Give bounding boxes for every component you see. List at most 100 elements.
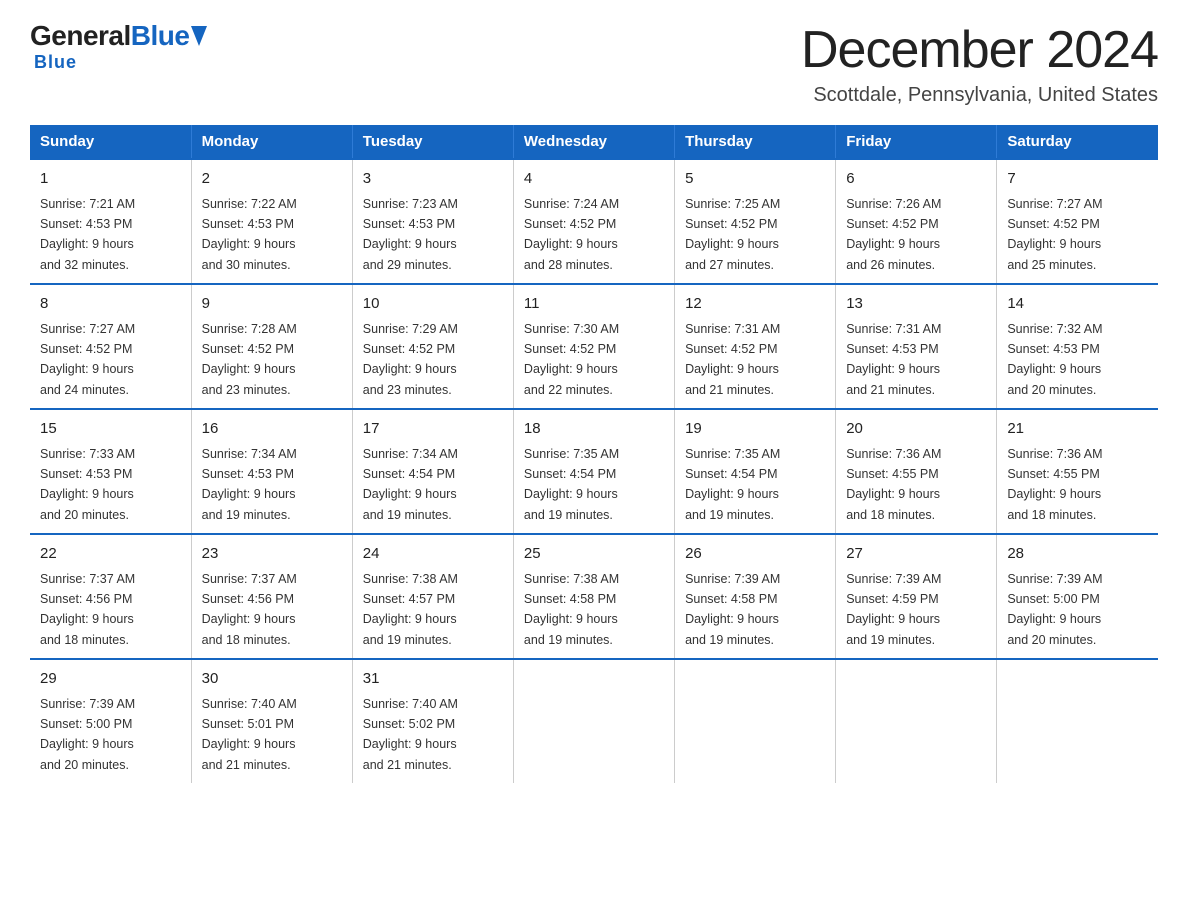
day-info: Sunrise: 7:23 AMSunset: 4:53 PMDaylight:… bbox=[363, 197, 458, 272]
calendar-week-row: 22 Sunrise: 7:37 AMSunset: 4:56 PMDaylig… bbox=[30, 534, 1158, 659]
day-number: 3 bbox=[363, 168, 503, 191]
logo-triangle-icon bbox=[191, 26, 207, 46]
title-section: December 2024 Scottdale, Pennsylvania, U… bbox=[801, 20, 1158, 107]
day-number: 13 bbox=[846, 293, 986, 316]
day-info: Sunrise: 7:24 AMSunset: 4:52 PMDaylight:… bbox=[524, 197, 619, 272]
calendar-week-row: 8 Sunrise: 7:27 AMSunset: 4:52 PMDayligh… bbox=[30, 284, 1158, 409]
day-number: 31 bbox=[363, 668, 503, 691]
calendar-cell: 22 Sunrise: 7:37 AMSunset: 4:56 PMDaylig… bbox=[30, 534, 191, 659]
day-info: Sunrise: 7:33 AMSunset: 4:53 PMDaylight:… bbox=[40, 447, 135, 522]
day-number: 24 bbox=[363, 543, 503, 566]
calendar-table: SundayMondayTuesdayWednesdayThursdayFrid… bbox=[30, 125, 1158, 783]
day-number: 17 bbox=[363, 418, 503, 441]
calendar-cell: 11 Sunrise: 7:30 AMSunset: 4:52 PMDaylig… bbox=[513, 284, 674, 409]
day-info: Sunrise: 7:22 AMSunset: 4:53 PMDaylight:… bbox=[202, 197, 297, 272]
calendar-cell: 14 Sunrise: 7:32 AMSunset: 4:53 PMDaylig… bbox=[997, 284, 1158, 409]
day-info: Sunrise: 7:36 AMSunset: 4:55 PMDaylight:… bbox=[846, 447, 941, 522]
day-info: Sunrise: 7:38 AMSunset: 4:57 PMDaylight:… bbox=[363, 572, 458, 647]
day-info: Sunrise: 7:25 AMSunset: 4:52 PMDaylight:… bbox=[685, 197, 780, 272]
calendar-cell: 17 Sunrise: 7:34 AMSunset: 4:54 PMDaylig… bbox=[352, 409, 513, 534]
calendar-cell bbox=[836, 659, 997, 783]
day-number: 10 bbox=[363, 293, 503, 316]
header-wednesday: Wednesday bbox=[513, 125, 674, 159]
calendar-cell: 24 Sunrise: 7:38 AMSunset: 4:57 PMDaylig… bbox=[352, 534, 513, 659]
day-info: Sunrise: 7:31 AMSunset: 4:53 PMDaylight:… bbox=[846, 322, 941, 397]
day-number: 27 bbox=[846, 543, 986, 566]
calendar-cell: 6 Sunrise: 7:26 AMSunset: 4:52 PMDayligh… bbox=[836, 159, 997, 284]
day-info: Sunrise: 7:32 AMSunset: 4:53 PMDaylight:… bbox=[1007, 322, 1102, 397]
day-info: Sunrise: 7:29 AMSunset: 4:52 PMDaylight:… bbox=[363, 322, 458, 397]
day-info: Sunrise: 7:37 AMSunset: 4:56 PMDaylight:… bbox=[40, 572, 135, 647]
calendar-cell: 12 Sunrise: 7:31 AMSunset: 4:52 PMDaylig… bbox=[675, 284, 836, 409]
day-number: 26 bbox=[685, 543, 825, 566]
calendar-cell: 20 Sunrise: 7:36 AMSunset: 4:55 PMDaylig… bbox=[836, 409, 997, 534]
header-tuesday: Tuesday bbox=[352, 125, 513, 159]
logo: General Blue Blue bbox=[30, 20, 207, 73]
day-info: Sunrise: 7:36 AMSunset: 4:55 PMDaylight:… bbox=[1007, 447, 1102, 522]
calendar-week-row: 1 Sunrise: 7:21 AMSunset: 4:53 PMDayligh… bbox=[30, 159, 1158, 284]
day-number: 23 bbox=[202, 543, 342, 566]
day-info: Sunrise: 7:39 AMSunset: 5:00 PMDaylight:… bbox=[40, 697, 135, 772]
logo-blue-text: Blue bbox=[131, 20, 190, 52]
day-info: Sunrise: 7:31 AMSunset: 4:52 PMDaylight:… bbox=[685, 322, 780, 397]
header-friday: Friday bbox=[836, 125, 997, 159]
day-info: Sunrise: 7:30 AMSunset: 4:52 PMDaylight:… bbox=[524, 322, 619, 397]
day-info: Sunrise: 7:26 AMSunset: 4:52 PMDaylight:… bbox=[846, 197, 941, 272]
day-info: Sunrise: 7:28 AMSunset: 4:52 PMDaylight:… bbox=[202, 322, 297, 397]
day-number: 2 bbox=[202, 168, 342, 191]
calendar-cell: 23 Sunrise: 7:37 AMSunset: 4:56 PMDaylig… bbox=[191, 534, 352, 659]
subtitle: Scottdale, Pennsylvania, United States bbox=[801, 84, 1158, 107]
day-number: 28 bbox=[1007, 543, 1148, 566]
logo-general-text: General bbox=[30, 20, 131, 52]
day-number: 8 bbox=[40, 293, 181, 316]
day-number: 14 bbox=[1007, 293, 1148, 316]
day-info: Sunrise: 7:35 AMSunset: 4:54 PMDaylight:… bbox=[524, 447, 619, 522]
day-info: Sunrise: 7:34 AMSunset: 4:54 PMDaylight:… bbox=[363, 447, 458, 522]
day-info: Sunrise: 7:35 AMSunset: 4:54 PMDaylight:… bbox=[685, 447, 780, 522]
day-number: 19 bbox=[685, 418, 825, 441]
day-info: Sunrise: 7:40 AMSunset: 5:02 PMDaylight:… bbox=[363, 697, 458, 772]
calendar-cell: 31 Sunrise: 7:40 AMSunset: 5:02 PMDaylig… bbox=[352, 659, 513, 783]
day-number: 7 bbox=[1007, 168, 1148, 191]
day-info: Sunrise: 7:39 AMSunset: 4:58 PMDaylight:… bbox=[685, 572, 780, 647]
day-number: 16 bbox=[202, 418, 342, 441]
day-number: 11 bbox=[524, 293, 664, 316]
day-number: 22 bbox=[40, 543, 181, 566]
day-number: 1 bbox=[40, 168, 181, 191]
calendar-cell: 28 Sunrise: 7:39 AMSunset: 5:00 PMDaylig… bbox=[997, 534, 1158, 659]
calendar-cell: 9 Sunrise: 7:28 AMSunset: 4:52 PMDayligh… bbox=[191, 284, 352, 409]
calendar-cell: 26 Sunrise: 7:39 AMSunset: 4:58 PMDaylig… bbox=[675, 534, 836, 659]
day-number: 29 bbox=[40, 668, 181, 691]
calendar-cell: 13 Sunrise: 7:31 AMSunset: 4:53 PMDaylig… bbox=[836, 284, 997, 409]
calendar-cell: 21 Sunrise: 7:36 AMSunset: 4:55 PMDaylig… bbox=[997, 409, 1158, 534]
calendar-week-row: 29 Sunrise: 7:39 AMSunset: 5:00 PMDaylig… bbox=[30, 659, 1158, 783]
calendar-cell: 3 Sunrise: 7:23 AMSunset: 4:53 PMDayligh… bbox=[352, 159, 513, 284]
day-info: Sunrise: 7:39 AMSunset: 5:00 PMDaylight:… bbox=[1007, 572, 1102, 647]
calendar-cell: 7 Sunrise: 7:27 AMSunset: 4:52 PMDayligh… bbox=[997, 159, 1158, 284]
header-monday: Monday bbox=[191, 125, 352, 159]
day-info: Sunrise: 7:39 AMSunset: 4:59 PMDaylight:… bbox=[846, 572, 941, 647]
day-info: Sunrise: 7:27 AMSunset: 4:52 PMDaylight:… bbox=[1007, 197, 1102, 272]
day-info: Sunrise: 7:21 AMSunset: 4:53 PMDaylight:… bbox=[40, 197, 135, 272]
header-saturday: Saturday bbox=[997, 125, 1158, 159]
day-number: 6 bbox=[846, 168, 986, 191]
calendar-header-row: SundayMondayTuesdayWednesdayThursdayFrid… bbox=[30, 125, 1158, 159]
calendar-week-row: 15 Sunrise: 7:33 AMSunset: 4:53 PMDaylig… bbox=[30, 409, 1158, 534]
day-info: Sunrise: 7:34 AMSunset: 4:53 PMDaylight:… bbox=[202, 447, 297, 522]
calendar-cell: 2 Sunrise: 7:22 AMSunset: 4:53 PMDayligh… bbox=[191, 159, 352, 284]
calendar-cell bbox=[513, 659, 674, 783]
calendar-cell: 30 Sunrise: 7:40 AMSunset: 5:01 PMDaylig… bbox=[191, 659, 352, 783]
calendar-cell: 10 Sunrise: 7:29 AMSunset: 4:52 PMDaylig… bbox=[352, 284, 513, 409]
day-number: 12 bbox=[685, 293, 825, 316]
day-number: 5 bbox=[685, 168, 825, 191]
main-title: December 2024 bbox=[801, 20, 1158, 80]
calendar-cell: 4 Sunrise: 7:24 AMSunset: 4:52 PMDayligh… bbox=[513, 159, 674, 284]
day-info: Sunrise: 7:38 AMSunset: 4:58 PMDaylight:… bbox=[524, 572, 619, 647]
header-sunday: Sunday bbox=[30, 125, 191, 159]
calendar-cell: 5 Sunrise: 7:25 AMSunset: 4:52 PMDayligh… bbox=[675, 159, 836, 284]
calendar-cell: 16 Sunrise: 7:34 AMSunset: 4:53 PMDaylig… bbox=[191, 409, 352, 534]
calendar-cell bbox=[997, 659, 1158, 783]
header-thursday: Thursday bbox=[675, 125, 836, 159]
day-number: 9 bbox=[202, 293, 342, 316]
day-number: 4 bbox=[524, 168, 664, 191]
